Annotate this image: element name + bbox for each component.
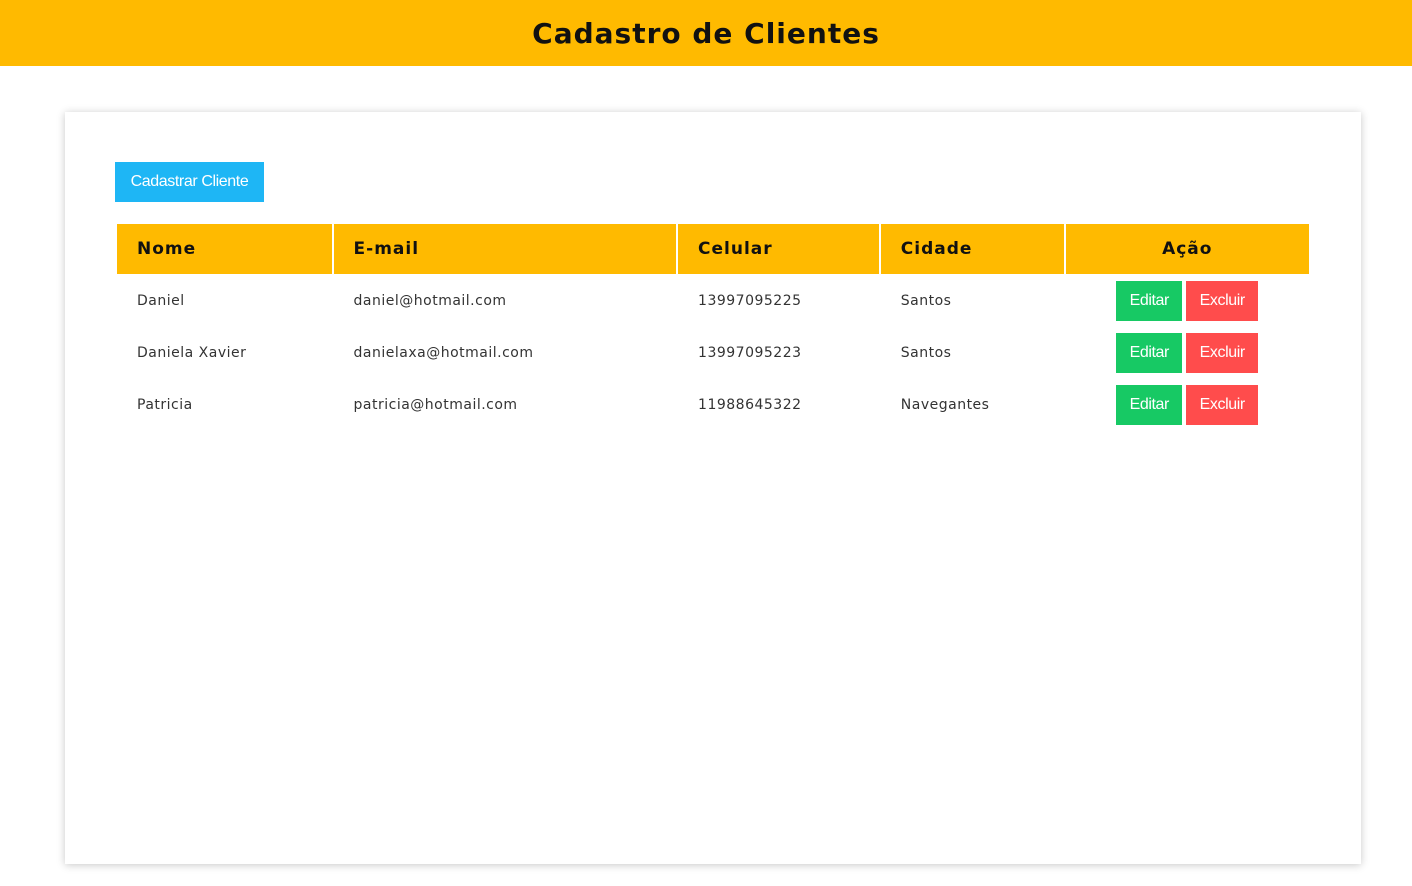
clients-table: Nome E-mail Celular Cidade Ação Daniel d… xyxy=(115,222,1311,432)
edit-button[interactable]: Editar xyxy=(1116,385,1183,425)
cell-cidade: Santos xyxy=(900,293,952,309)
cell-celular: 11988645322 xyxy=(698,397,802,413)
table-row: Daniel daniel@hotmail.com 13997095225 Sa… xyxy=(117,276,1309,326)
table-row: Daniela Xavier danielaxa@hotmail.com 139… xyxy=(117,328,1309,378)
cell-celular: 13997095225 xyxy=(698,293,802,309)
top-bar: Cadastro de Clientes xyxy=(0,0,1412,66)
cell-cidade: Navegantes xyxy=(900,397,990,413)
clients-card: Cadastrar Cliente Nome E-mail Celular Ci… xyxy=(65,112,1361,864)
column-header-cidade: Cidade xyxy=(880,224,1064,274)
column-header-nome: Nome xyxy=(117,224,332,274)
cell-email: danielaxa@hotmail.com xyxy=(353,345,534,361)
cell-email: daniel@hotmail.com xyxy=(353,293,507,309)
column-header-celular: Celular xyxy=(678,224,879,274)
delete-button[interactable]: Excluir xyxy=(1186,333,1259,373)
cell-acao: Editar Excluir xyxy=(1066,276,1309,326)
delete-button[interactable]: Excluir xyxy=(1186,385,1259,425)
add-client-button[interactable]: Cadastrar Cliente xyxy=(115,162,264,202)
table-row: Patricia patricia@hotmail.com 1198864532… xyxy=(117,380,1309,430)
table-header-row: Nome E-mail Celular Cidade Ação xyxy=(117,224,1309,274)
cell-nome: Daniela Xavier xyxy=(137,345,247,361)
cell-cidade: Santos xyxy=(900,345,952,361)
cell-acao: Editar Excluir xyxy=(1066,380,1309,430)
page-title: Cadastro de Clientes xyxy=(532,16,880,50)
column-header-acao: Ação xyxy=(1065,224,1309,274)
cell-celular: 13997095223 xyxy=(698,345,802,361)
cell-acao: Editar Excluir xyxy=(1066,328,1309,378)
edit-button[interactable]: Editar xyxy=(1116,333,1183,373)
cell-nome: Patricia xyxy=(137,397,193,413)
cell-nome: Daniel xyxy=(137,293,185,309)
delete-button[interactable]: Excluir xyxy=(1186,281,1259,321)
edit-button[interactable]: Editar xyxy=(1116,281,1183,321)
column-header-email: E-mail xyxy=(333,224,677,274)
cell-email: patricia@hotmail.com xyxy=(353,397,518,413)
